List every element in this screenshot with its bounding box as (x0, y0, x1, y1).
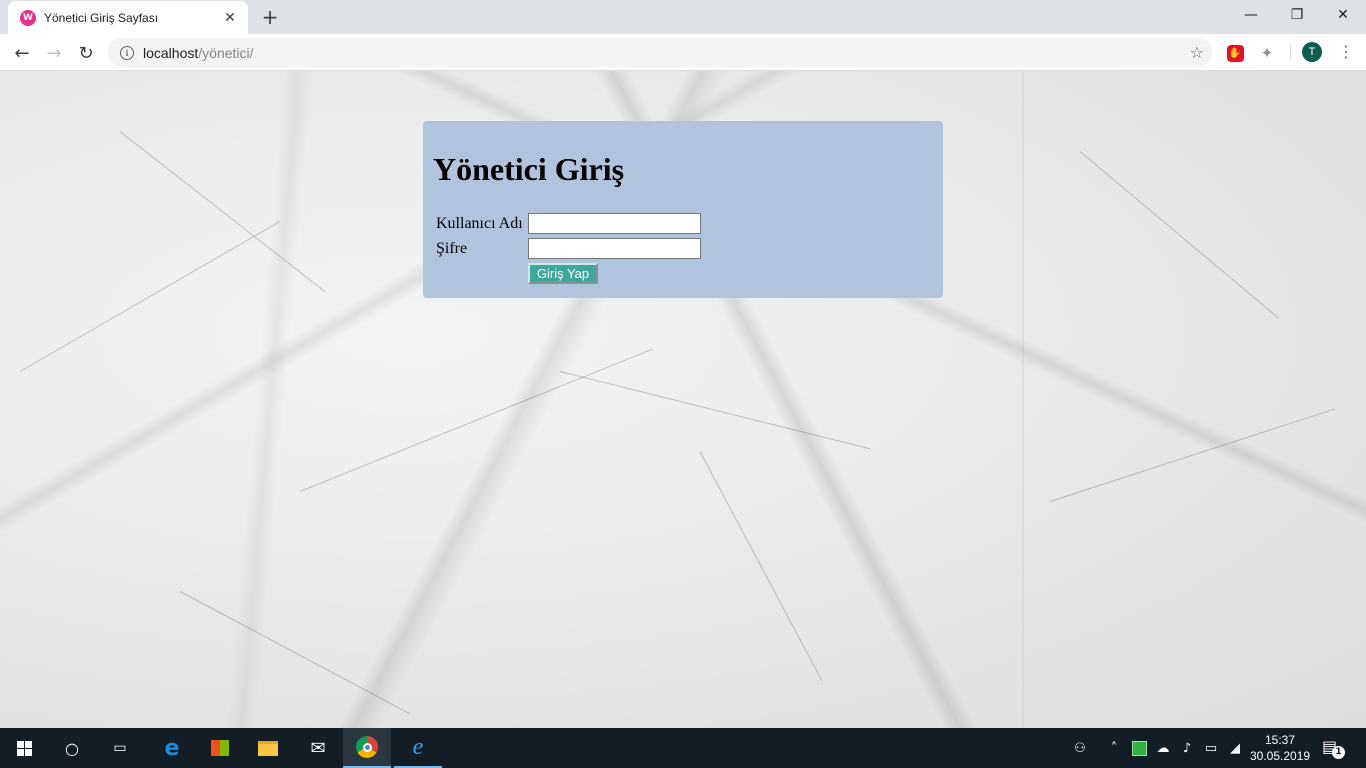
username-input[interactable] (528, 213, 701, 234)
extension-icon[interactable]: ✦ (1257, 43, 1277, 63)
store-bag-icon (211, 740, 229, 756)
login-heading: Yönetici Giriş (433, 151, 625, 187)
marble-vein (559, 371, 871, 450)
internet-explorer-icon[interactable]: e (394, 728, 442, 768)
wifi-icon[interactable]: ◢ (1224, 728, 1246, 768)
marble-vein (299, 348, 653, 492)
volume-icon[interactable]: ♪ (1176, 728, 1198, 768)
username-row: Kullanıcı Adı (436, 213, 701, 234)
start-button[interactable] (0, 728, 48, 768)
password-label: Şifre (436, 239, 468, 257)
browser-tab-strip: W Yönetici Giriş Sayfası ✕ + — ❐ ✕ (0, 0, 1366, 34)
page-viewport: Yönetici Giriş Kullanıcı Adı Şifre Giriş… (0, 71, 1366, 728)
adblock-extension-icon[interactable]: ✋ (1225, 43, 1245, 63)
password-input[interactable] (528, 238, 701, 259)
clock-time: 15:37 (1264, 733, 1296, 747)
marble-vein (1079, 151, 1280, 320)
taskbar-clock[interactable]: 15:37 30.05.2019 (1250, 732, 1310, 764)
windows-logo-icon (16, 740, 32, 756)
profile-avatar[interactable]: T (1302, 42, 1322, 62)
marble-vein (119, 131, 326, 292)
login-panel: Yönetici Giriş Kullanıcı Adı Şifre Giriş… (423, 121, 943, 298)
tray-chevron-icon[interactable]: ˄ (1104, 728, 1124, 768)
minimize-button[interactable]: — (1228, 0, 1274, 30)
username-label: Kullanıcı Adı (436, 214, 523, 232)
tab-close-icon[interactable]: ✕ (222, 10, 238, 26)
action-center-icon[interactable]: ▤ 1 (1322, 737, 1345, 759)
browser-toolbar: ← → ↻ i localhost/yönetici/ ☆ ✋ ✦ T ⋮ (0, 34, 1366, 71)
windows-taskbar: ○ ▭ e ✉ e ⚇ ˄ ☁ ♪ ▭ ◢ 15:37 30.05.2019 ▤… (0, 728, 1366, 768)
chrome-taskbar-button[interactable] (343, 728, 391, 768)
folder-icon (258, 740, 278, 756)
url-path: /yönetici/ (198, 44, 254, 61)
forward-button[interactable]: → (40, 39, 68, 67)
clock-date: 30.05.2019 (1250, 749, 1311, 763)
edge-icon[interactable]: e (148, 728, 196, 768)
url-host: localhost (143, 44, 199, 61)
people-icon[interactable]: ⚇ (1068, 728, 1092, 768)
marble-vein (179, 591, 410, 715)
file-explorer-icon[interactable] (244, 728, 292, 768)
address-bar[interactable]: i localhost/yönetici/ ☆ (108, 38, 1212, 67)
browser-menu-icon[interactable]: ⋮ (1336, 42, 1356, 64)
window-close-button[interactable]: ✕ (1320, 0, 1366, 30)
marble-vein (699, 451, 823, 682)
search-icon[interactable]: ○ (48, 728, 96, 768)
store-icon[interactable] (196, 728, 244, 768)
task-view-icon[interactable]: ▭ (96, 728, 144, 768)
login-button[interactable]: Giriş Yap (528, 263, 598, 284)
password-row: Şifre (436, 238, 701, 259)
mail-icon[interactable]: ✉ (294, 728, 342, 768)
onedrive-icon[interactable]: ☁ (1152, 728, 1174, 768)
battery-icon[interactable]: ▭ (1200, 728, 1222, 768)
marble-vein (1049, 408, 1336, 502)
background-seam (1022, 71, 1024, 728)
tray-app-icon[interactable] (1128, 728, 1150, 768)
toolbar-divider (1290, 45, 1291, 61)
site-info-icon[interactable]: i (120, 45, 134, 60)
chrome-icon (356, 736, 378, 758)
tab-title: Yönetici Giriş Sayfası (44, 10, 159, 25)
restore-button[interactable]: ❐ (1274, 0, 1320, 30)
back-button[interactable]: ← (8, 39, 36, 67)
bookmark-star-icon[interactable]: ☆ (1190, 43, 1204, 62)
reload-button[interactable]: ↻ (72, 39, 100, 67)
notification-badge: 1 (1332, 746, 1345, 759)
marble-vein (19, 221, 281, 372)
browser-tab[interactable]: W Yönetici Giriş Sayfası ✕ (8, 1, 248, 34)
new-tab-button[interactable]: + (258, 6, 282, 30)
tab-favicon-icon: W (20, 9, 36, 26)
